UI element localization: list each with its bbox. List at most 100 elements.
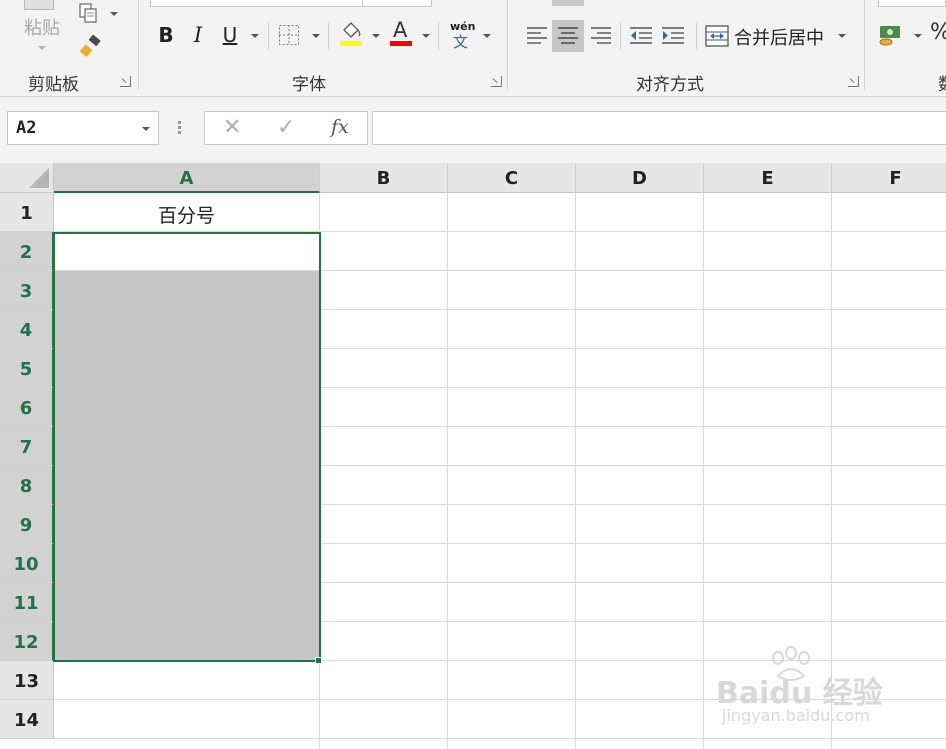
cell-a1[interactable]: 百分号	[54, 201, 319, 231]
column-header-b[interactable]: B	[320, 163, 448, 193]
number-format-box-stub	[878, 0, 946, 7]
font-size-select[interactable]	[362, 0, 432, 7]
merge-center-dropdown-icon[interactable]	[838, 34, 846, 38]
format-painter-icon	[79, 34, 101, 58]
baidu-watermark-logo: Baidu 经验 jingyan.baidu.com	[716, 646, 896, 736]
alignment-dialog-launcher-icon[interactable]	[848, 76, 859, 87]
group-separator	[864, 0, 865, 90]
row-header-3[interactable]: 3	[0, 271, 54, 310]
borders-icon	[279, 25, 299, 45]
insert-function-button[interactable]: fx	[331, 116, 349, 138]
percent-style-button[interactable]: %	[930, 20, 946, 50]
column-header-a[interactable]: A	[54, 163, 320, 193]
enter-formula-icon[interactable]: ✓	[277, 115, 295, 140]
bold-button[interactable]: B	[152, 20, 180, 50]
separator	[438, 22, 439, 50]
row-header-10[interactable]: 10	[0, 544, 54, 583]
align-left-button[interactable]	[522, 20, 552, 52]
align-right-button[interactable]	[586, 20, 616, 52]
gridline	[447, 193, 448, 749]
formula-bar-grip[interactable]	[178, 121, 182, 135]
row-header-8[interactable]: 8	[0, 466, 54, 505]
fill-bucket-icon	[343, 22, 361, 38]
copy-icon	[79, 3, 97, 23]
row-header-2[interactable]: 2	[0, 232, 54, 271]
row-header-7[interactable]: 7	[0, 427, 54, 466]
phonetic-button[interactable]: wén 文	[448, 20, 476, 51]
group-separator	[138, 0, 139, 90]
accounting-format-icon	[879, 26, 900, 46]
font-dialog-launcher-icon[interactable]	[491, 76, 502, 87]
decrease-indent-button[interactable]	[626, 20, 656, 52]
column-header-f[interactable]: F	[832, 163, 946, 193]
increase-indent-icon	[662, 27, 684, 44]
row-header-9[interactable]: 9	[0, 505, 54, 544]
italic-button[interactable]: I	[184, 20, 212, 50]
fill-color-dropdown-icon[interactable]	[372, 34, 380, 38]
row-header-6[interactable]: 6	[0, 388, 54, 427]
row-header-13[interactable]: 13	[0, 661, 54, 700]
name-box-dropdown-icon[interactable]	[142, 127, 150, 131]
fill-handle[interactable]	[315, 657, 322, 664]
increase-indent-button[interactable]	[658, 20, 688, 52]
row-header-4[interactable]: 4	[0, 310, 54, 349]
number-group-label: 数	[938, 70, 946, 95]
formula-buttons: ✕ ✓ fx	[204, 111, 368, 145]
format-painter-button[interactable]	[78, 34, 104, 60]
align-center-icon	[558, 27, 578, 44]
alignment-group-label: 对齐方式	[636, 75, 704, 95]
underline-label: U	[222, 23, 238, 47]
worksheet-grid: A B C D E F 1 2 3 4 5 6 7 8 9 10 11 12 1…	[0, 163, 946, 749]
italic-label: I	[193, 23, 203, 47]
name-box[interactable]: A2	[7, 111, 159, 145]
selection-border	[53, 232, 321, 662]
cancel-formula-icon[interactable]: ✕	[223, 115, 241, 140]
formula-bar: A2 ✕ ✓ fx	[0, 97, 946, 163]
font-color-button[interactable]: A	[388, 18, 414, 48]
underline-button[interactable]: U	[216, 20, 244, 50]
separator	[696, 22, 697, 50]
separator	[268, 22, 269, 50]
ribbon: 粘贴 剪贴板 B I U A wén 文 字体 合并后居中 对齐方式	[0, 0, 946, 97]
decrease-indent-icon	[630, 27, 652, 44]
accounting-format-button[interactable]	[878, 20, 904, 48]
top-align-tab-stub	[552, 0, 584, 6]
name-box-value: A2	[16, 118, 37, 138]
underline-dropdown-icon[interactable]	[251, 34, 259, 38]
font-color-label: A	[393, 18, 408, 42]
align-left-icon	[527, 27, 547, 44]
separator	[620, 22, 621, 50]
column-header-e[interactable]: E	[704, 163, 832, 193]
paste-button[interactable]: 粘贴	[14, 0, 70, 60]
borders-dropdown-icon[interactable]	[312, 34, 320, 38]
select-all-button[interactable]	[0, 163, 54, 193]
row-header-11[interactable]: 11	[0, 583, 54, 622]
gridline	[703, 193, 704, 749]
gridline	[54, 738, 946, 739]
fill-color-bar	[340, 41, 362, 46]
borders-button[interactable]	[278, 24, 300, 46]
copy-button[interactable]	[78, 2, 122, 24]
fill-color-button[interactable]	[338, 20, 364, 48]
paste-dropdown-icon[interactable]	[38, 46, 46, 50]
row-header-5[interactable]: 5	[0, 349, 54, 388]
font-name-select[interactable]	[150, 0, 364, 7]
percent-style-label: %	[930, 20, 946, 45]
row-header-1[interactable]: 1	[0, 193, 54, 232]
column-header-d[interactable]: D	[576, 163, 704, 193]
accounting-format-dropdown-icon[interactable]	[914, 34, 922, 38]
column-header-c[interactable]: C	[448, 163, 576, 193]
bold-label: B	[158, 23, 174, 47]
row-header-14[interactable]: 14	[0, 700, 54, 739]
row-header-12[interactable]: 12	[0, 622, 54, 661]
paste-icon	[24, 0, 54, 10]
clipboard-dialog-launcher-icon[interactable]	[120, 76, 131, 87]
formula-input[interactable]	[372, 111, 946, 145]
merge-center-button[interactable]: 合并后居中	[704, 20, 834, 52]
merge-center-label: 合并后居中	[734, 28, 824, 49]
copy-dropdown-icon[interactable]	[110, 12, 118, 16]
merge-center-icon	[705, 25, 729, 47]
align-center-button[interactable]	[552, 20, 584, 52]
phonetic-dropdown-icon[interactable]	[483, 34, 491, 38]
font-color-dropdown-icon[interactable]	[422, 34, 430, 38]
